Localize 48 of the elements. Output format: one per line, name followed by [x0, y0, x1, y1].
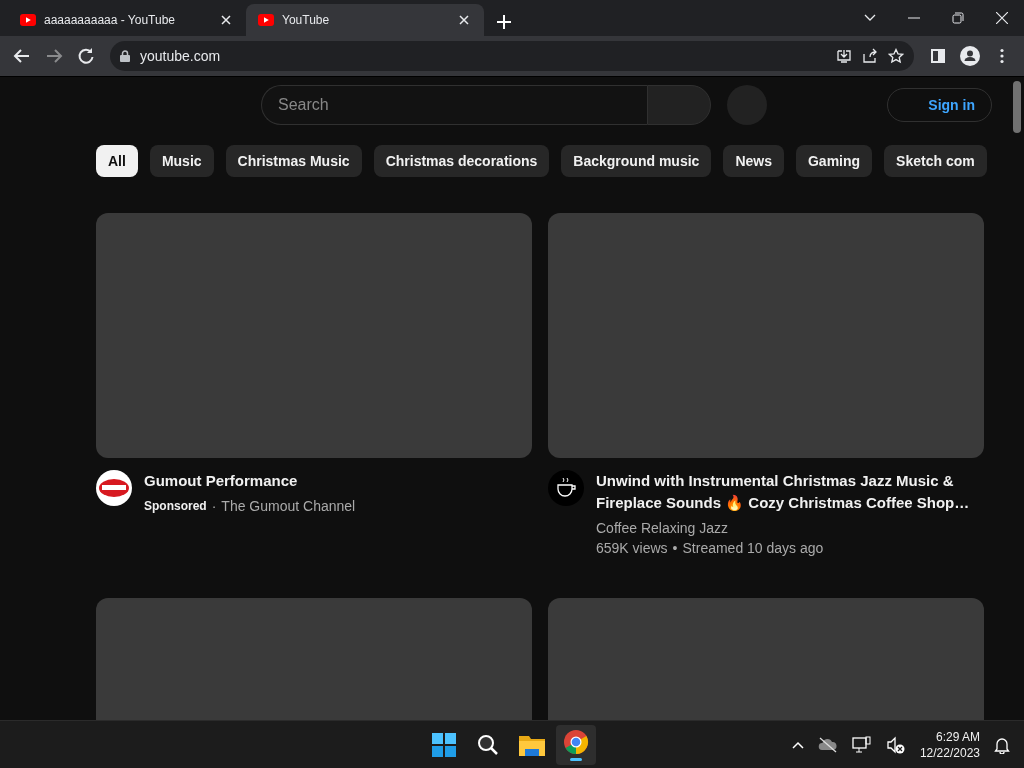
channel-avatar[interactable] [548, 470, 584, 506]
filter-chip[interactable]: Christmas Music [225, 145, 362, 177]
thumbnail-placeholder[interactable] [96, 213, 532, 458]
notification-bell-icon[interactable] [994, 735, 1010, 754]
browser-icon [563, 728, 589, 761]
search-field[interactable]: Search [261, 85, 647, 125]
lock-icon [120, 50, 130, 62]
channel-avatar[interactable] [96, 470, 132, 506]
network-icon[interactable] [851, 735, 872, 754]
search-icon [476, 732, 500, 757]
cloud-off-icon[interactable] [817, 736, 838, 753]
volume-muted-icon[interactable] [885, 735, 906, 754]
separator-dot: • [672, 539, 678, 558]
channel-name[interactable]: The Gumout Channel [221, 496, 356, 516]
sponsored-label: Sponsored [144, 498, 207, 515]
filter-chip[interactable]: Sketch com [884, 145, 987, 177]
separator-dot: · [211, 497, 217, 516]
channel-name[interactable]: Coffee Relaxing Jazz [596, 518, 984, 538]
browser-tab[interactable]: YouTube [246, 4, 484, 36]
filter-chip[interactable]: Gaming [795, 145, 873, 177]
windows-icon [432, 732, 456, 757]
view-count: 659K views [596, 539, 668, 558]
browser-tab[interactable]: aaaaaaaaaaa - YouTube [8, 4, 246, 36]
upload-age: Streamed 10 days ago [682, 539, 824, 558]
filter-chip[interactable]: Background music [561, 145, 712, 177]
share-icon[interactable] [862, 48, 878, 64]
chevron-up-icon[interactable] [791, 740, 804, 749]
scrollbar-thumb[interactable] [1013, 81, 1021, 133]
chevron-down-icon[interactable] [864, 14, 876, 22]
chrome-button[interactable] [556, 724, 596, 765]
close-icon[interactable] [996, 12, 1008, 24]
clock-time[interactable]: 6:29 AM [935, 728, 980, 745]
video-title[interactable]: Gumout Performance [144, 470, 532, 492]
folder-icon [519, 733, 545, 756]
star-icon[interactable] [888, 48, 904, 64]
youtube-icon [20, 14, 36, 26]
filter-chip[interactable]: Music [149, 145, 214, 177]
address-bar[interactable]: youtube.com [110, 41, 914, 71]
video-title[interactable]: Unwind with Instrumental Christmas Jazz Music & Fireplace Sounds 🔥 Cozy Christmas Coffee Shop… [596, 470, 984, 514]
filter-chip[interactable]: News [723, 145, 784, 177]
restore-icon[interactable] [952, 12, 964, 24]
clock-date[interactable]: 12/22/2023 [919, 744, 980, 761]
thumbnail-placeholder[interactable] [548, 213, 984, 458]
new-tab-icon[interactable] [496, 14, 512, 30]
youtube-icon [258, 14, 274, 26]
filter-chip[interactable]: Christmas decorations [373, 145, 550, 177]
filter-chip[interactable]: All [96, 145, 138, 177]
install-icon[interactable] [836, 48, 852, 64]
